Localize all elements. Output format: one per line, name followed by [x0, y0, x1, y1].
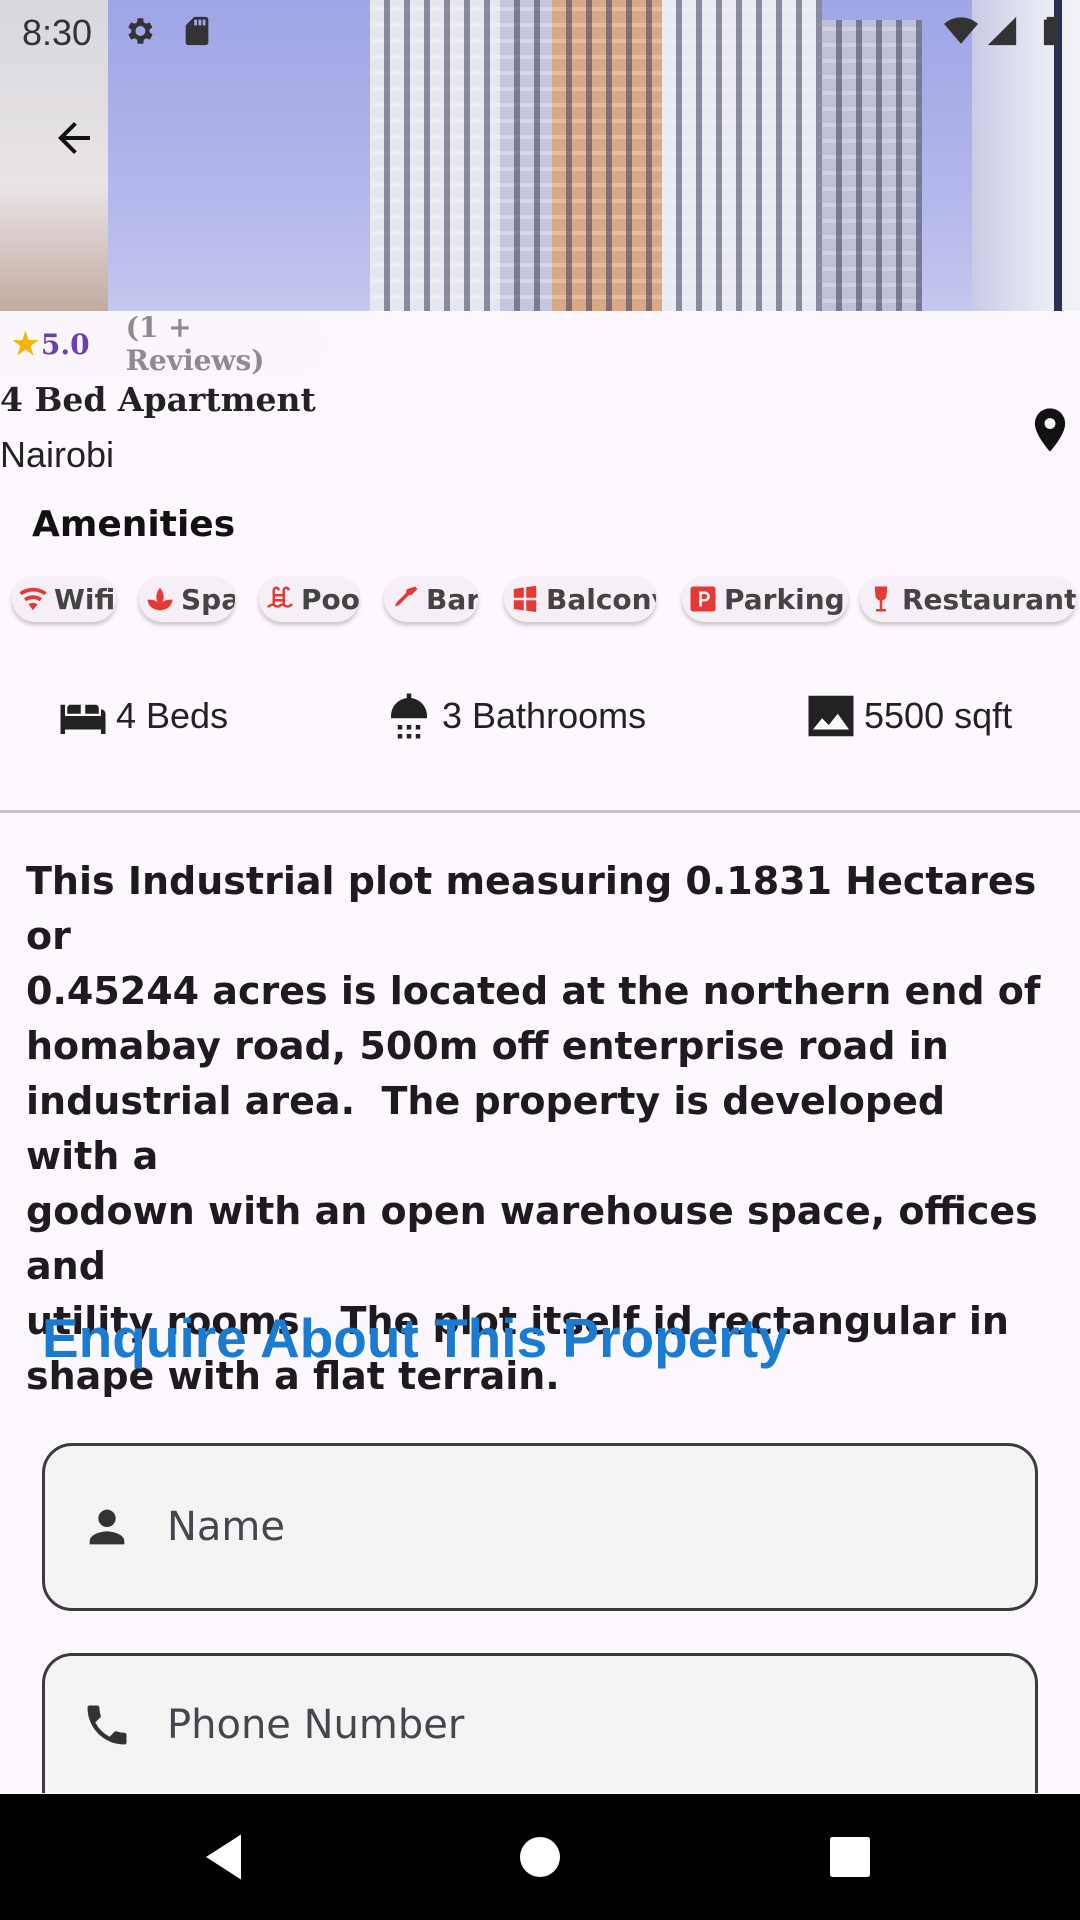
- rating-score: 5.0: [40, 327, 90, 361]
- name-input[interactable]: [165, 1503, 969, 1551]
- amenity-label: Restaurant: [902, 582, 1076, 616]
- parking-icon: [690, 586, 716, 612]
- phone-field[interactable]: [42, 1653, 1038, 1793]
- battery-icon: [1043, 16, 1059, 46]
- wifi-icon: [19, 587, 47, 611]
- settings-icon: [128, 18, 153, 44]
- spec-area: 5500 sqft: [804, 684, 1012, 748]
- amenity-chip-spa[interactable]: Spa: [139, 576, 235, 622]
- amenity-chip-wifi[interactable]: Wifi: [12, 576, 116, 622]
- amenity-chip-bar[interactable]: Bar: [384, 576, 478, 622]
- status-time: 8:30: [22, 12, 93, 53]
- arrow-back-icon: [58, 122, 90, 154]
- star-icon: ★: [12, 326, 39, 362]
- amenity-label: Balcony: [546, 582, 656, 616]
- spec-beds-label: 4 Beds: [116, 695, 229, 736]
- enquiry-heading: Enquire About This Property: [42, 1307, 789, 1369]
- amenity-label: Parking: [724, 582, 845, 616]
- property-location: Nairobi: [0, 434, 115, 475]
- bed-icon: [60, 704, 106, 734]
- name-field[interactable]: [42, 1443, 1038, 1611]
- wifi-icon: [944, 17, 978, 44]
- nav-back-icon[interactable]: [196, 1827, 256, 1887]
- navigation-bar: [0, 1794, 1080, 1920]
- amenity-label: Bar: [426, 582, 478, 616]
- amenity-label: Pool: [301, 582, 359, 616]
- restaurant-icon: [874, 586, 888, 612]
- amenity-chip-restaurant[interactable]: Restaurant: [860, 576, 1076, 622]
- spec-area-label: 5500 sqft: [864, 695, 1013, 736]
- spec-beds: 4 Beds: [56, 684, 228, 748]
- property-specs: 4 Beds 3 Bathrooms 5500 sqft: [0, 684, 1080, 748]
- amenities-list: Wifi Spa Pool Bar Balcony Parking Restau…: [12, 576, 1080, 624]
- amenities-heading: Amenities: [32, 504, 236, 545]
- shower-icon: [390, 693, 428, 739]
- location-pin-icon[interactable]: [1024, 400, 1076, 460]
- amenity-label: Spa: [181, 582, 235, 616]
- amenity-chip-balcony[interactable]: Balcony: [504, 576, 656, 622]
- landscape-icon: [808, 695, 854, 737]
- amenity-chip-parking[interactable]: Parking: [682, 576, 848, 622]
- back-button[interactable]: [42, 106, 106, 170]
- spec-bathrooms-label: 3 Bathrooms: [442, 695, 647, 736]
- reviews-count: (1 + Reviews): [125, 311, 265, 377]
- rating-summary: ★ 5.0 (1 + Reviews): [0, 311, 330, 377]
- phone-input[interactable]: [165, 1700, 969, 1749]
- amenity-label: Wifi: [54, 582, 116, 616]
- spec-bathrooms: 3 Bathrooms: [382, 684, 646, 748]
- spa-icon: [147, 587, 173, 611]
- property-title: 4 Bed Apartment: [0, 380, 316, 419]
- pool-icon: [267, 586, 293, 608]
- status-bar: 8:30: [0, 0, 1080, 64]
- nav-recents-icon[interactable]: [820, 1827, 880, 1887]
- bar-icon: [395, 586, 418, 607]
- signal-icon: [987, 16, 1017, 46]
- section-divider: [0, 810, 1080, 813]
- sd-card-icon: [185, 16, 209, 46]
- balcony-icon: [513, 585, 537, 613]
- phone-icon: [87, 1705, 127, 1744]
- amenity-chip-pool[interactable]: Pool: [259, 576, 359, 622]
- person-icon: [89, 1509, 125, 1545]
- nav-home-icon[interactable]: [510, 1827, 570, 1887]
